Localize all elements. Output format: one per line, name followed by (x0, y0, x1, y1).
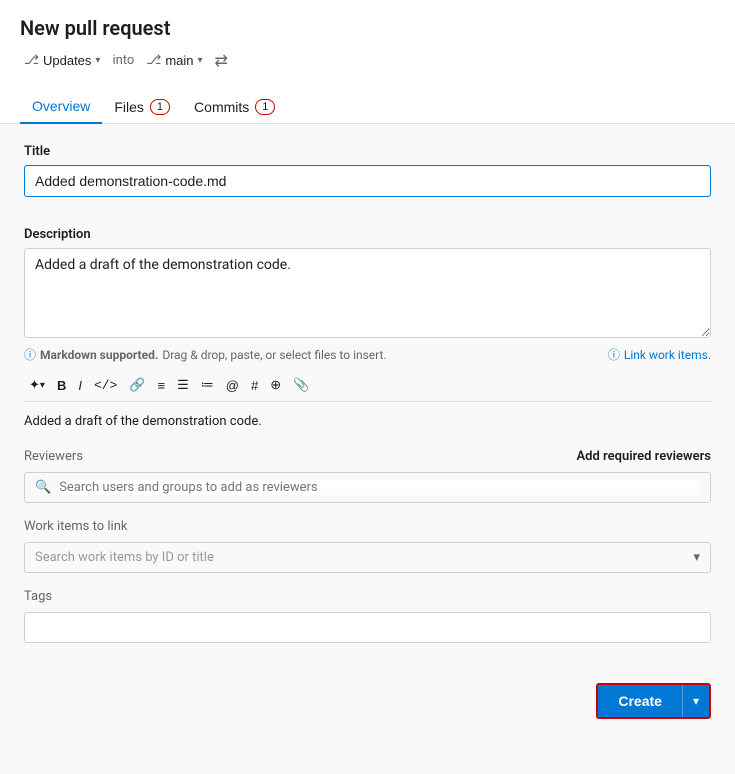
heading-btn[interactable]: # (246, 374, 263, 397)
tab-overview-label: Overview (32, 98, 90, 114)
tags-label: Tags (24, 589, 711, 604)
create-button[interactable]: Create (598, 685, 682, 717)
heading-icon: # (251, 378, 258, 393)
branch-icon-2: ⎇ (146, 52, 161, 68)
create-chevron-icon: ▾ (693, 694, 699, 708)
formatting-toolbar: ✦ ▾ B I </> 🔗 ≡ ☰ ≔ (24, 369, 711, 402)
pr-reference-btn[interactable]: ⊕ (265, 373, 286, 397)
italic-icon: I (78, 378, 82, 393)
tab-commits[interactable]: Commits 1 (182, 91, 287, 123)
title-section: Title (24, 144, 711, 213)
reviewers-row: Reviewers Add required reviewers (24, 449, 711, 464)
tab-files[interactable]: Files 1 (102, 91, 182, 123)
unordered-list-icon: ☰ (177, 377, 189, 393)
at-sign-icon: ✦ (29, 377, 40, 393)
pr-icon: ⊕ (270, 377, 281, 393)
search-icon: 🔍 (35, 480, 51, 495)
at-mention-btn[interactable]: @ (221, 374, 244, 397)
main-content: Title Description Added a draft of the d… (0, 124, 735, 774)
markdown-supported-text: Markdown supported. (40, 348, 158, 362)
tab-files-badge: 1 (150, 99, 170, 115)
link-work-items-label: Link work items. (624, 348, 711, 362)
toolbar-chevron-icon: ▾ (40, 380, 45, 391)
swap-icon: ⇄ (215, 51, 228, 70)
tags-section: Tags (24, 589, 711, 663)
updates-chevron-icon: ▾ (95, 55, 100, 66)
create-btn-group: Create ▾ (596, 683, 711, 719)
bold-icon: B (57, 378, 66, 393)
unordered-list-btn[interactable]: ☰ (172, 373, 194, 397)
tags-input[interactable] (24, 612, 711, 643)
task-list-btn[interactable]: ≔ (196, 373, 219, 397)
add-required-reviewers-btn[interactable]: Add required reviewers (577, 449, 712, 464)
page-title: New pull request (20, 16, 715, 40)
work-items-placeholder-text: Search work items by ID or title (35, 550, 214, 565)
italic-btn[interactable]: I (73, 374, 87, 397)
at-icon: @ (226, 378, 239, 393)
link-work-items-btn[interactable]: ⓘ Link work items. (608, 346, 711, 363)
main-chevron-icon: ▾ (198, 55, 203, 66)
title-input[interactable] (24, 165, 711, 197)
bold-btn[interactable]: B (52, 374, 71, 397)
reviewers-label: Reviewers (24, 449, 83, 464)
tab-files-label: Files (114, 99, 144, 115)
mention-dropdown-btn[interactable]: ✦ ▾ (24, 373, 50, 397)
into-label: into (112, 53, 134, 68)
task-list-icon: ≔ (201, 377, 214, 393)
work-items-dropdown[interactable]: Search work items by ID or title ▾ (24, 542, 711, 573)
tab-commits-badge: 1 (255, 99, 275, 115)
description-textarea[interactable]: Added a draft of the demonstration code. (24, 248, 711, 338)
info-icon: ⓘ (24, 346, 36, 363)
ordered-list-btn[interactable]: ≡ (153, 374, 171, 397)
footer-actions: Create ▾ (24, 683, 711, 719)
updates-branch-btn[interactable]: ⎇ Updates ▾ (20, 50, 104, 70)
attachment-btn[interactable]: 📎 (288, 373, 314, 397)
branch-icon: ⎇ (24, 52, 39, 68)
link-info-icon: ⓘ (608, 346, 620, 363)
work-items-section: Work items to link Search work items by … (24, 519, 711, 573)
drag-drop-text: Drag & drop, paste, or select files to i… (162, 348, 386, 362)
work-items-label: Work items to link (24, 519, 711, 534)
branch-row: ⎇ Updates ▾ into ⎇ main ▾ ⇄ (20, 50, 715, 70)
code-icon: </> (94, 378, 117, 393)
preview-text: Added a draft of the demonstration code. (24, 410, 711, 433)
description-label: Description (24, 227, 711, 242)
reviewers-search-input[interactable] (59, 480, 700, 495)
main-branch-btn[interactable]: ⎇ main ▾ (142, 50, 206, 70)
create-dropdown-btn[interactable]: ▾ (682, 685, 709, 717)
code-btn[interactable]: </> (89, 374, 122, 397)
attachment-icon: 📎 (293, 377, 309, 393)
reviewers-search-field[interactable]: 🔍 (24, 472, 711, 503)
desc-footer: ⓘ Markdown supported. Drag & drop, paste… (24, 346, 711, 363)
updates-label: Updates (43, 53, 91, 68)
ordered-list-icon: ≡ (158, 378, 166, 393)
main-label: main (165, 53, 193, 68)
tabs-bar: Overview Files 1 Commits 1 (0, 90, 735, 124)
tab-commits-label: Commits (194, 99, 249, 115)
reviewers-section: Reviewers Add required reviewers 🔍 (24, 449, 711, 503)
title-label: Title (24, 144, 711, 159)
link-btn[interactable]: 🔗 (124, 373, 150, 397)
description-section: Description Added a draft of the demonst… (24, 227, 711, 433)
work-items-chevron-icon: ▾ (693, 550, 700, 565)
markdown-note: ⓘ Markdown supported. Drag & drop, paste… (24, 346, 387, 363)
link-icon: 🔗 (129, 377, 145, 393)
page-header: New pull request ⎇ Updates ▾ into ⎇ main… (0, 0, 735, 90)
tab-overview[interactable]: Overview (20, 90, 102, 124)
